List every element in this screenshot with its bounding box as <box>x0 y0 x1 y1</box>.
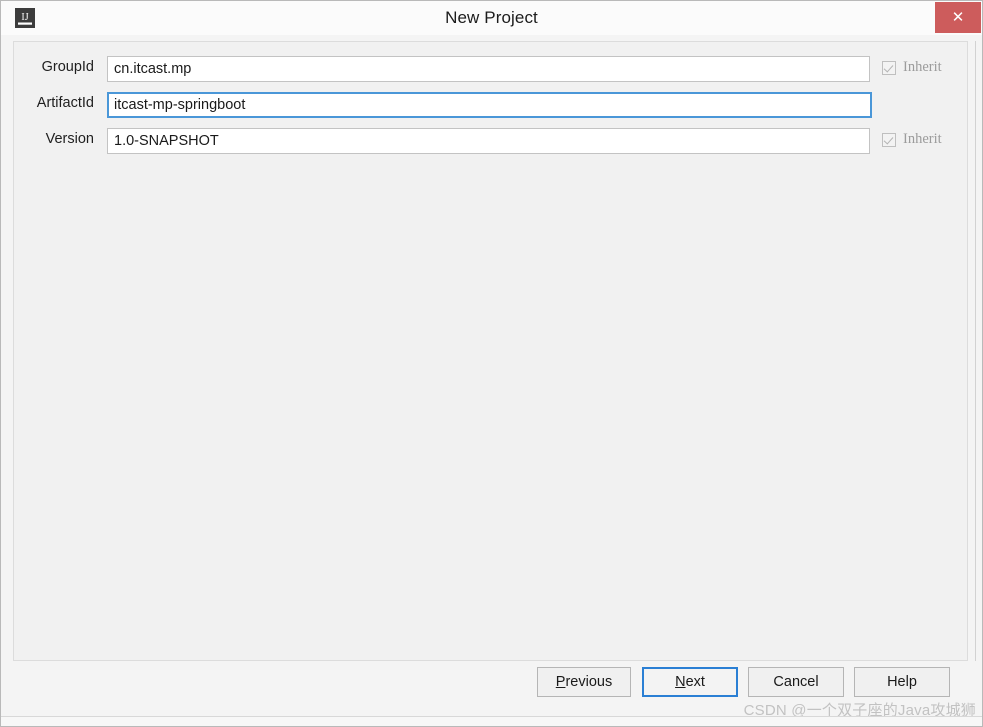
close-icon: ✕ <box>951 8 965 26</box>
checkbox-checked-icon <box>882 60 896 75</box>
help-button[interactable]: Help <box>854 667 950 697</box>
new-project-dialog: IJ New Project ✕ GroupId Inherit <box>0 0 983 727</box>
version-inherit-label: Inherit <box>903 131 942 147</box>
artifactid-label: ArtifactId <box>36 95 94 111</box>
checkbox-checked-icon <box>882 132 896 147</box>
window-title: New Project <box>445 8 538 27</box>
version-label: Version <box>45 131 94 147</box>
maven-coordinates-panel: GroupId Inherit ArtifactId Version <box>13 41 968 661</box>
form-row-version: Version Inherit <box>14 128 968 154</box>
groupid-inherit-label: Inherit <box>903 59 942 75</box>
previous-button[interactable]: Previous <box>537 667 631 697</box>
previous-label: revious <box>565 674 613 690</box>
panel-right-edge <box>967 41 976 661</box>
close-button[interactable]: ✕ <box>935 2 981 33</box>
dialog-button-bar: Previous Next Cancel Help <box>1 667 982 699</box>
version-inherit-checkbox[interactable]: Inherit <box>882 131 942 148</box>
groupid-input[interactable] <box>107 56 870 82</box>
dialog-body: GroupId Inherit ArtifactId Version <box>1 35 982 726</box>
previous-mnemonic: P <box>555 674 566 690</box>
title-bar: IJ New Project ✕ <box>1 1 982 36</box>
window-bottom-strip <box>1 716 982 726</box>
form-row-artifactid: ArtifactId <box>14 92 968 118</box>
next-label: ext <box>685 674 705 690</box>
intellij-idea-icon: IJ <box>15 8 35 28</box>
form-row-groupid: GroupId Inherit <box>14 56 968 82</box>
next-button[interactable]: Next <box>642 667 738 697</box>
help-label: Help <box>887 674 917 690</box>
svg-text:IJ: IJ <box>21 12 28 23</box>
version-input[interactable] <box>107 128 870 154</box>
next-mnemonic: N <box>675 674 686 690</box>
cancel-button[interactable]: Cancel <box>748 667 844 697</box>
cancel-label: Cancel <box>773 674 819 690</box>
groupid-inherit-checkbox[interactable]: Inherit <box>882 59 942 76</box>
groupid-label: GroupId <box>41 59 94 75</box>
artifactid-input[interactable] <box>107 92 872 118</box>
